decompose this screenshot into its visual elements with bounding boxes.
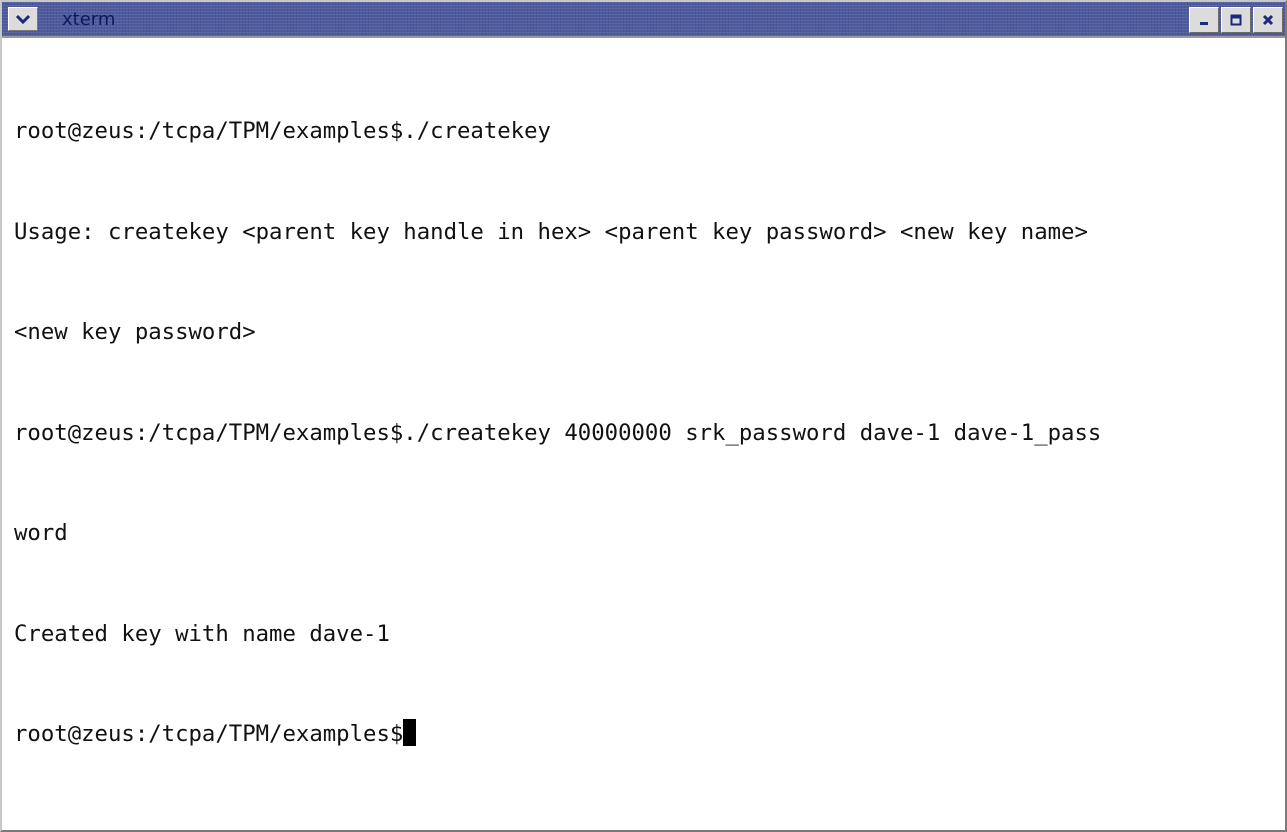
- terminal-line: root@zeus:/tcpa/TPM/examples$./createkey…: [14, 419, 1102, 446]
- terminal-output[interactable]: root@zeus:/tcpa/TPM/examples$./createkey…: [14, 48, 1282, 828]
- shell-prompt: root@zeus:/tcpa/TPM/examples$: [14, 721, 404, 747]
- chevron-down-icon: [15, 14, 31, 25]
- minimize-icon: [1200, 22, 1208, 25]
- terminal-line: Usage: createkey <parent key handle in h…: [14, 218, 1088, 245]
- text-cursor: [403, 719, 417, 746]
- window-title: xterm: [62, 9, 116, 30]
- window-menu-button[interactable]: [8, 7, 38, 31]
- terminal-line: word: [14, 520, 68, 546]
- minimize-button[interactable]: [1189, 7, 1219, 33]
- terminal-line: Created key with name dave-1: [14, 620, 390, 647]
- close-button[interactable]: [1253, 7, 1283, 33]
- title-bar[interactable]: xterm: [2, 2, 1285, 38]
- maximize-button[interactable]: [1221, 7, 1251, 33]
- prompt-line: root@zeus:/tcpa/TPM/examples$: [14, 718, 1282, 752]
- xterm-window: xterm root@zeus:/tcpa/TPM/examples$./cre…: [0, 0, 1287, 832]
- window-controls: [1187, 7, 1283, 33]
- close-icon: [1262, 14, 1274, 26]
- terminal-line: <new key password>: [14, 319, 256, 345]
- terminal-line: root@zeus:/tcpa/TPM/examples$./createkey: [14, 118, 551, 144]
- maximize-icon: [1230, 14, 1242, 26]
